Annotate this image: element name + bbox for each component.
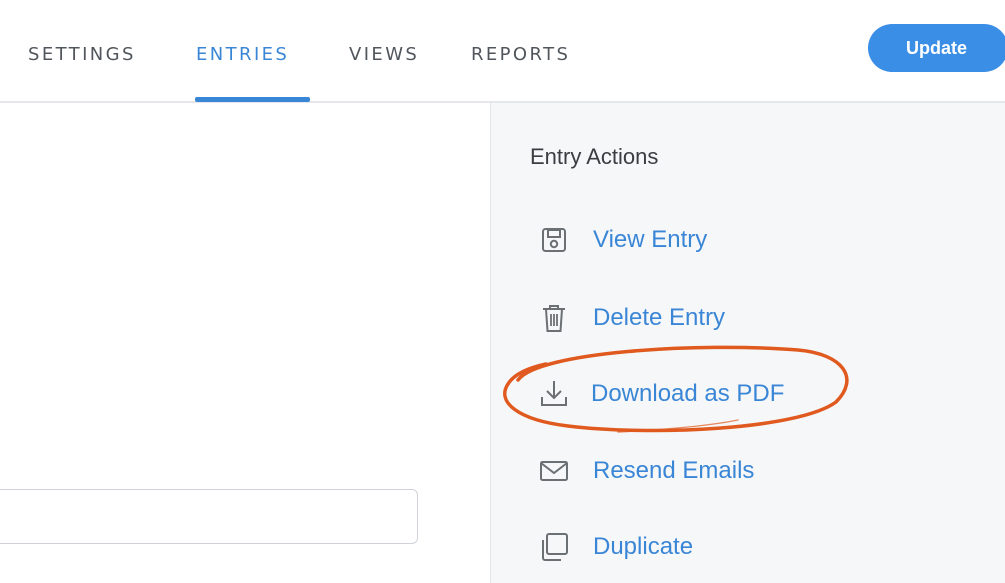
action-label: Download as PDF [591, 380, 785, 407]
action-label: Duplicate [593, 533, 694, 560]
update-button[interactable]: Update [868, 24, 1005, 72]
action-label: Resend Emails [593, 457, 755, 484]
tab-reports[interactable]: REPORTS [471, 44, 570, 65]
floppy-disk-icon [537, 223, 571, 257]
duplicate-link[interactable]: Duplicate [537, 529, 693, 565]
active-tab-indicator [195, 97, 310, 102]
tab-views[interactable]: VIEWS [349, 44, 419, 65]
envelope-icon [537, 454, 571, 488]
view-entry-link[interactable]: View Entry [537, 222, 707, 258]
tab-settings[interactable]: SETTINGS [28, 44, 136, 65]
delete-entry-link[interactable]: Delete Entry [537, 300, 725, 336]
trash-icon [537, 301, 571, 335]
download-icon [537, 377, 571, 411]
top-navigation-bar: SETTINGS ENTRIES VIEWS REPORTS Update [0, 0, 1005, 103]
tab-entries[interactable]: ENTRIES [196, 44, 289, 65]
download-pdf-link[interactable]: Download as PDF [537, 376, 784, 412]
action-label: Delete Entry [593, 304, 726, 331]
entry-editor-screen: SETTINGS ENTRIES VIEWS REPORTS Update En… [0, 0, 1005, 583]
sidebar-title: Entry Actions [530, 144, 659, 169]
resend-emails-link[interactable]: Resend Emails [537, 453, 754, 489]
duplicate-icon [537, 530, 571, 564]
entry-actions-sidebar [490, 103, 1005, 583]
action-label: View Entry [593, 226, 708, 253]
entry-text-field[interactable] [0, 489, 418, 544]
